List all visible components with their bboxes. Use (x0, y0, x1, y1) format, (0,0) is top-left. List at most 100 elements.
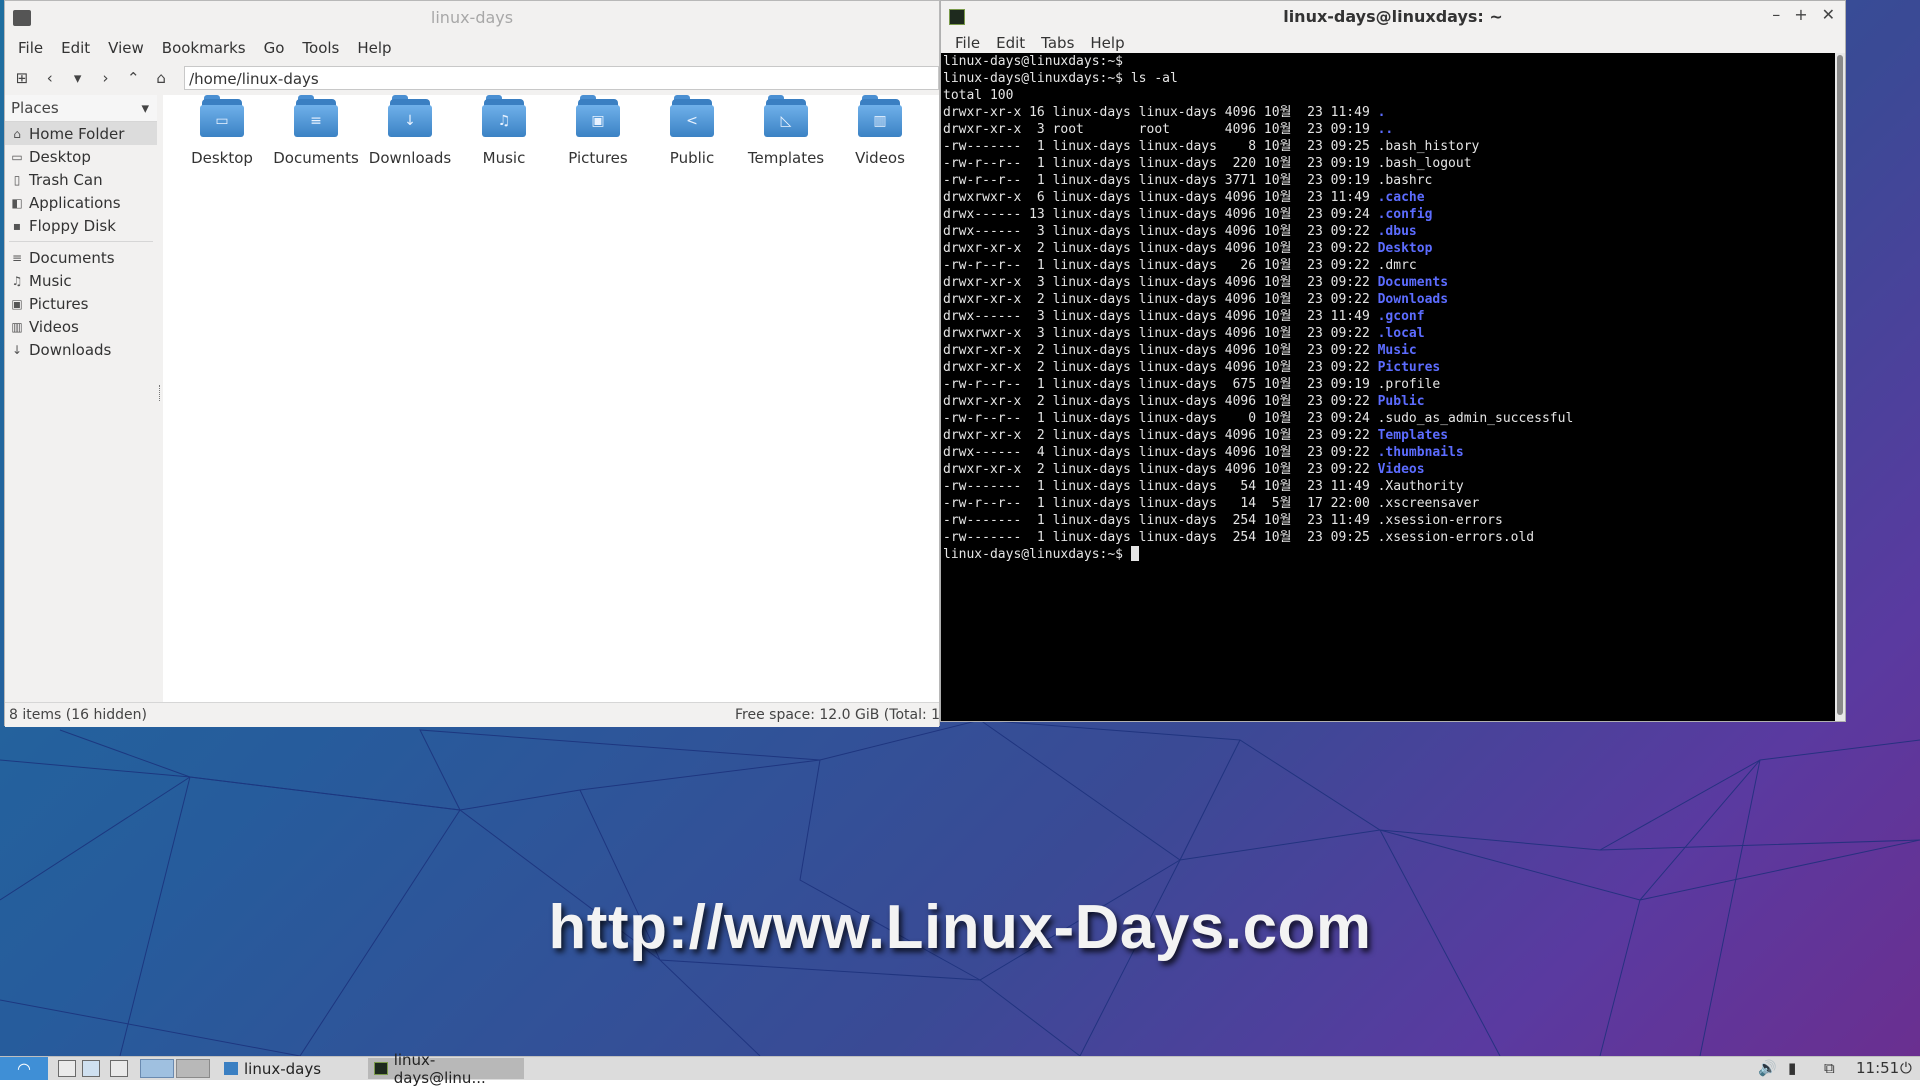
terminal-line: -rw------- 1 linux-days linux-days 254 1… (943, 529, 1835, 546)
chevron-down-icon[interactable]: ▾ (141, 99, 149, 117)
file-item-videos[interactable]: ▥ Videos (833, 95, 927, 167)
sidebar-item-label: Pictures (29, 294, 89, 313)
workspace-1[interactable] (140, 1059, 174, 1078)
menu-go[interactable]: Go (255, 39, 294, 57)
menu-view[interactable]: View (99, 39, 153, 57)
sidebar-item-applications[interactable]: ◧ Applications (5, 191, 157, 214)
terminal-line: linux-days@linuxdays:~$ ls -al (943, 70, 1835, 87)
network-icon[interactable]: ⧉ (1824, 1059, 1835, 1077)
menu-bookmarks[interactable]: Bookmarks (153, 39, 255, 57)
terminal-menu-file[interactable]: File (947, 34, 988, 52)
file-item-downloads[interactable]: ↓ Downloads (363, 95, 457, 167)
terminal-line-text: -rw-r--r-- 1 linux-days linux-days 0 10월… (943, 411, 1574, 426)
file-item-desktop[interactable]: ▭ Desktop (175, 95, 269, 167)
sidebar-item-desktop[interactable]: ▭ Desktop (5, 145, 157, 168)
clock[interactable]: 11:51 (1856, 1059, 1899, 1077)
terminal-menu-edit[interactable]: Edit (988, 34, 1033, 52)
file-manager-titlebar[interactable]: linux-days (5, 1, 939, 35)
file-manager-toolbar: ⊞ ‹ ▾ › ⌃ ⌂ /home/linux-days (5, 61, 939, 95)
terminal-scrollbar[interactable] (1835, 53, 1845, 721)
free-space: Free space: 12.0 GiB (Total: 15.6 (735, 707, 963, 723)
forward-icon[interactable]: › (95, 67, 117, 89)
terminal-line-text: -rw------- 1 linux-days linux-days 254 1… (943, 530, 1535, 545)
terminal-line: total 100 (943, 87, 1835, 104)
menu-edit[interactable]: Edit (52, 39, 99, 57)
file-manager-window: linux-days File Edit View Bookmarks Go T… (4, 0, 962, 727)
sidebar-item-trash-can[interactable]: ▯ Trash Can (5, 168, 157, 191)
file-item-music[interactable]: ♫ Music (457, 95, 551, 167)
terminal-line-text: drwxr-xr-x 2 linux-days linux-days 4096 … (943, 241, 1378, 256)
start-menu-button[interactable]: ◠ (0, 1057, 48, 1080)
item-count: 8 items (16 hidden) (9, 707, 147, 723)
task-file-manager[interactable]: linux-days (218, 1058, 374, 1079)
location-bar[interactable]: /home/linux-days (184, 66, 939, 90)
file-item-public[interactable]: < Public (645, 95, 739, 167)
terminal-line-text: drwxr-xr-x 3 linux-days linux-days 4096 … (943, 275, 1378, 290)
terminal-output[interactable]: linux-days@linuxdays:~$ linux-days@linuxd… (941, 53, 1835, 721)
terminal-line-text: drwx------ 4 linux-days linux-days 4096 … (943, 445, 1378, 460)
places-header[interactable]: Places ▾ (5, 95, 157, 122)
minimize-icon[interactable]: – (1772, 5, 1780, 24)
menu-tools[interactable]: Tools (293, 39, 348, 57)
sidebar-item-pictures[interactable]: ▣ Pictures (5, 292, 157, 315)
sidebar-item-videos[interactable]: ▥ Videos (5, 315, 157, 338)
workspace-2[interactable] (176, 1059, 210, 1078)
terminal-titlebar[interactable]: linux-days@linuxdays: ~ – + ✕ (941, 1, 1845, 31)
file-manager-launcher-icon[interactable] (82, 1060, 100, 1077)
terminal-line: drwxr-xr-x 3 root root 4096 10월 23 09:19… (943, 121, 1835, 138)
terminal-line: drwxrwxr-x 3 linux-days linux-days 4096 … (943, 325, 1835, 342)
terminal-menu-help[interactable]: Help (1082, 34, 1132, 52)
maximize-icon[interactable]: + (1794, 5, 1807, 24)
terminal-line: drwx------ 3 linux-days linux-days 4096 … (943, 223, 1835, 240)
terminal-prompt-line[interactable]: linux-days@linuxdays:~$ (943, 546, 1835, 563)
terminal-line-text: drwx------ 3 linux-days linux-days 4096 … (943, 224, 1378, 239)
file-item-documents[interactable]: ≡ Documents (269, 95, 363, 167)
browser-launcher-icon[interactable] (110, 1060, 128, 1077)
task-terminal[interactable]: linux-days@linu... (368, 1051, 524, 1087)
up-icon[interactable]: ⌃ (122, 67, 144, 89)
back-icon[interactable]: ‹ (39, 67, 61, 89)
sidebar-item-home-folder[interactable]: ⌂ Home Folder (5, 122, 157, 145)
terminal-line: drwxr-xr-x 2 linux-days linux-days 4096 … (943, 393, 1835, 410)
menu-file[interactable]: File (9, 39, 52, 57)
home-icon[interactable]: ⌂ (150, 67, 172, 89)
terminal-line-text: -rw-r--r-- 1 linux-days linux-days 220 1… (943, 156, 1472, 171)
terminal-line: drwxr-xr-x 16 linux-days linux-days 4096… (943, 104, 1835, 121)
power-icon[interactable]: ⏻ (1900, 1059, 1912, 1077)
sidebar-item-label: Floppy Disk (29, 216, 116, 235)
sidebar-item-music[interactable]: ♫ Music (5, 269, 157, 292)
file-label: Public (669, 149, 715, 167)
close-icon[interactable]: ✕ (1822, 5, 1835, 24)
terminal-line: drwxr-xr-x 2 linux-days linux-days 4096 … (943, 461, 1835, 478)
history-dropdown-icon[interactable]: ▾ (67, 67, 89, 89)
sidebar-item-label: Desktop (29, 147, 91, 166)
menu-help[interactable]: Help (348, 39, 400, 57)
terminal-line: -rw------- 1 linux-days linux-days 254 1… (943, 512, 1835, 529)
file-item-templates[interactable]: ◺ Templates (739, 95, 833, 167)
terminal-menu-tabs[interactable]: Tabs (1033, 34, 1082, 52)
terminal-icon (374, 1062, 388, 1075)
volume-icon[interactable]: 🔊 (1758, 1059, 1777, 1077)
terminal-line: drwxr-xr-x 2 linux-days linux-days 4096 … (943, 427, 1835, 444)
directory-name: Videos (1377, 462, 1425, 477)
terminal-title: linux-days@linuxdays: ~ (1283, 7, 1503, 26)
sidebar-item-floppy-disk[interactable]: ▪ Floppy Disk (5, 214, 157, 237)
file-item-pictures[interactable]: ▣ Pictures (551, 95, 645, 167)
sidebar-item-downloads[interactable]: ↓ Downloads (5, 338, 157, 361)
directory-name: Downloads (1377, 292, 1449, 307)
battery-icon[interactable]: ▮ (1788, 1059, 1796, 1077)
places-sidebar: Places ▾ ⌂ Home Folder ▭ Desktop ▯ Trash… (5, 95, 158, 702)
terminal-line-text: linux-days@linuxdays:~$ ls -al (943, 71, 1178, 86)
show-desktop-icon[interactable] (58, 1060, 76, 1077)
new-tab-icon[interactable]: ⊞ (11, 67, 33, 89)
window-controls: – + ✕ (1772, 5, 1835, 24)
sidebar-item-documents[interactable]: ≡ Documents (5, 246, 157, 269)
terminal-line: -rw-r--r-- 1 linux-days linux-days 14 5월… (943, 495, 1835, 512)
file-manager-statusbar: 8 items (16 hidden) Free space: 12.0 GiB… (5, 702, 962, 727)
terminal-line: -rw-r--r-- 1 linux-days linux-days 220 1… (943, 155, 1835, 172)
terminal-line-text: drwxr-xr-x 2 linux-days linux-days 4096 … (943, 343, 1378, 358)
scrollbar-thumb[interactable] (1837, 55, 1843, 715)
terminal-line-text: drwxr-xr-x 2 linux-days linux-days 4096 … (943, 428, 1378, 443)
sidebar-splitter[interactable] (157, 95, 163, 702)
terminal-prompt: linux-days@linuxdays:~$ (943, 547, 1131, 562)
